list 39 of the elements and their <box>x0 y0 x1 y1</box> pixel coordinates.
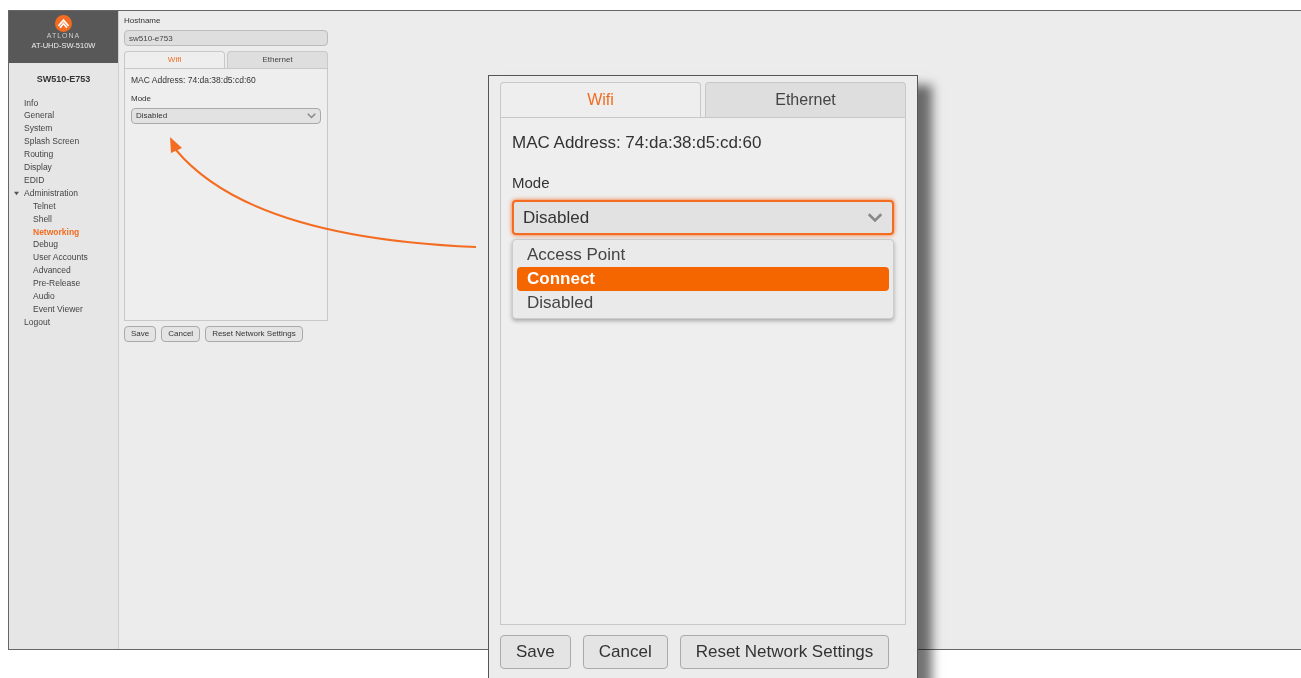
nav-link[interactable]: General <box>24 109 55 123</box>
action-button[interactable]: Save <box>124 326 157 342</box>
chevron-down-icon <box>307 112 316 119</box>
mac-address: MAC Address: 74:da:38:d5:cd:60 <box>131 74 257 87</box>
nav-link[interactable]: Audio <box>33 290 55 303</box>
device-name: SW510-E753 <box>35 73 92 86</box>
nav-link[interactable]: Info <box>24 96 39 110</box>
action-button[interactable]: Reset Network Settings <box>205 326 303 342</box>
tab[interactable]: Ethernet <box>227 51 328 68</box>
action-button[interactable]: Reset Network Settings <box>679 635 890 669</box>
mac-address: MAC Address: 74:da:38:d5:cd:60 <box>512 132 763 154</box>
field-label: Mode <box>512 172 551 193</box>
nav-link[interactable]: EDID <box>24 173 45 187</box>
nav-link[interactable]: Logout <box>24 315 50 329</box>
nav-link[interactable]: User Accounts <box>33 251 88 265</box>
action-button[interactable]: Cancel <box>582 635 668 669</box>
nav-link[interactable]: Administration <box>24 186 78 200</box>
field-label: Hostname <box>124 15 162 27</box>
logo-icon <box>55 15 72 32</box>
hostname-field[interactable]: sw510-e753 <box>124 30 328 46</box>
action-button[interactable]: Cancel <box>161 326 201 342</box>
nav-link[interactable]: Event Viewer <box>33 303 83 316</box>
tab[interactable]: Ethernet <box>705 82 906 117</box>
action-button[interactable]: Save <box>500 635 571 669</box>
nav-link[interactable]: Pre-Release <box>33 277 81 291</box>
nav-link[interactable]: Routing <box>24 148 54 162</box>
nav-link[interactable]: Advanced <box>33 264 71 278</box>
nav-link[interactable]: Splash Screen <box>24 135 80 149</box>
nav-link[interactable]: Debug <box>33 238 59 252</box>
mode-select[interactable]: Disabled <box>512 200 894 235</box>
mode-select[interactable]: Disabled <box>131 107 321 124</box>
dropdown-option[interactable]: Disabled <box>517 291 889 315</box>
nav-link[interactable]: Display <box>24 161 52 174</box>
nav-link[interactable]: Shell <box>33 212 52 226</box>
nav-link[interactable]: System <box>24 122 53 136</box>
dropdown-option[interactable]: Access Point <box>517 243 889 267</box>
nav-link[interactable]: Telnet <box>33 199 56 213</box>
field-label: Mode <box>131 92 152 105</box>
chevron-down-icon <box>867 212 883 223</box>
